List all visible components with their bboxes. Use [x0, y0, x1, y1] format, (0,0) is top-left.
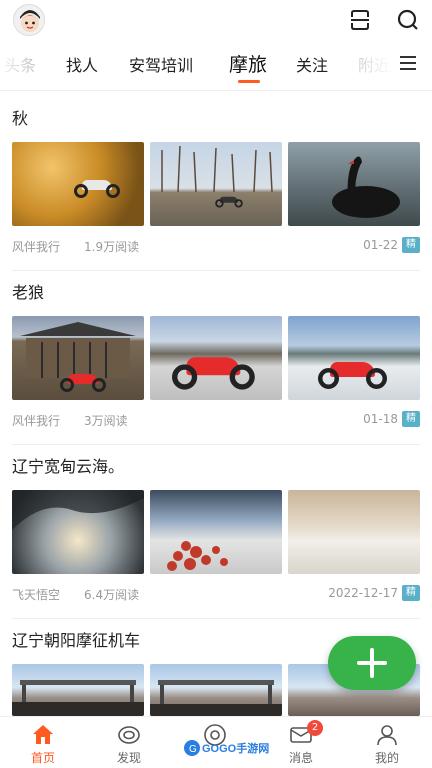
nav-label: 我的 [374, 751, 399, 765]
motorcycle-image [215, 194, 243, 208]
card-reads: 1.9万阅读 [84, 240, 140, 254]
discover-icon [117, 723, 141, 747]
tab-follow[interactable]: 关注 [296, 52, 328, 76]
nav-label: 发现 [116, 751, 141, 765]
card-image[interactable] [150, 664, 282, 716]
card-author[interactable]: 风伴我行 [12, 238, 60, 255]
card-author[interactable]: 风伴我行 [12, 412, 60, 429]
user-icon [375, 723, 399, 747]
card-meta: 飞天悟空 6.4万阅读 2022-12-17 精 [12, 584, 420, 602]
plus-icon [357, 648, 387, 678]
card-divider [12, 444, 420, 445]
featured-badge: 精 [402, 237, 420, 253]
home-icon [31, 723, 55, 747]
tab-find-people[interactable]: 找人 [66, 52, 98, 76]
card-date: 01-18 [363, 412, 398, 426]
card-date: 2022-12-17 [328, 586, 398, 600]
card-image[interactable] [12, 490, 144, 574]
card-title[interactable]: 老狼 [12, 280, 420, 306]
card-image[interactable] [150, 490, 282, 574]
card-image[interactable] [150, 316, 282, 400]
card-image[interactable] [288, 316, 420, 400]
card-meta: 风伴我行 3万阅读 01-18 精 [12, 410, 420, 428]
nav-label: 首页 [30, 751, 55, 765]
watermark-logo: G GOGO手游网 [182, 736, 272, 760]
tabs-divider [0, 90, 432, 91]
top-bar [0, 0, 432, 40]
create-post-button[interactable] [328, 636, 416, 690]
card-meta: 风伴我行 1.9万阅读 01-22 精 [12, 236, 420, 254]
card-date: 01-22 [363, 238, 398, 252]
card-divider [12, 270, 420, 271]
card-image[interactable] [150, 142, 282, 226]
card-images [12, 316, 420, 400]
card-image[interactable] [288, 142, 420, 226]
motorcycle-image [60, 370, 106, 392]
channel-tabs: 头条 找人 安驾培训 摩旅 关注 附近 [0, 44, 432, 88]
search-icon[interactable] [394, 6, 422, 34]
feed-card[interactable]: 辽宁宽甸云海。 飞天悟空 6.4万阅读 2022-12-17 精 [12, 454, 420, 619]
card-images [12, 142, 420, 226]
nav-profile[interactable]: 我的 [344, 717, 430, 768]
featured-badge: 精 [402, 411, 420, 427]
card-title[interactable]: 辽宁宽甸云海。 [12, 454, 420, 480]
avatar[interactable] [13, 4, 45, 36]
tab-moto-travel[interactable]: 摩旅 [229, 50, 267, 77]
card-image[interactable] [12, 142, 144, 226]
card-image[interactable] [12, 664, 144, 716]
tabs-fade-right [340, 44, 390, 84]
watermark-text: GOGO手游网 [202, 741, 269, 755]
featured-badge: 精 [402, 585, 420, 601]
tab-safe-riding[interactable]: 安驾培训 [129, 52, 193, 76]
card-reads: 6.4万阅读 [84, 588, 140, 602]
motorcycle-image [74, 176, 120, 198]
feed-card[interactable]: 秋 风伴我行 1.9万阅读 01-22 精 [12, 106, 420, 271]
active-tab-indicator [238, 80, 260, 83]
scan-icon[interactable] [346, 6, 374, 34]
card-reads: 3万阅读 [84, 414, 128, 428]
feed-card[interactable]: 老狼 风伴我行 3万阅读 01-18 精 [12, 280, 420, 445]
tabs-fade-left [0, 44, 40, 84]
menu-icon[interactable] [398, 54, 420, 74]
card-image[interactable] [12, 316, 144, 400]
motorcycle-image [172, 350, 255, 390]
svg-text:G: G [189, 744, 197, 755]
card-title[interactable]: 秋 [12, 106, 420, 132]
nav-discover[interactable]: 发现 [86, 717, 172, 768]
card-author[interactable]: 飞天悟空 [12, 586, 60, 603]
card-image[interactable] [288, 490, 420, 574]
card-divider [12, 618, 420, 619]
unread-count-badge: 2 [307, 720, 323, 736]
motorcycle-image [318, 356, 387, 389]
nav-home[interactable]: 首页 [0, 717, 86, 768]
card-images [12, 490, 420, 574]
